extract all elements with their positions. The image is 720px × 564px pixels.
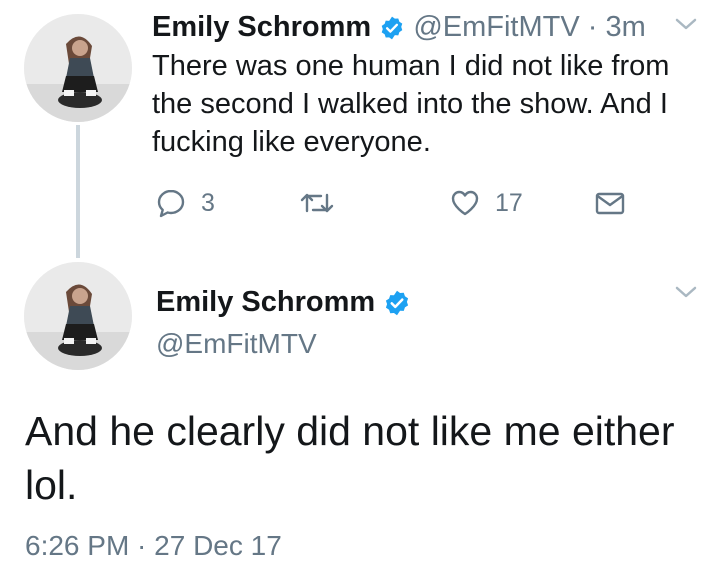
tweet2-timestamp[interactable]: 6:26 PM · 27 Dec 17 (25, 528, 282, 564)
tweet2-author-name[interactable]: Emily Schromm (156, 286, 375, 318)
verified-badge-icon (386, 291, 409, 316)
tweet1-time[interactable]: 3m (605, 11, 645, 43)
chevron-down-icon[interactable] (672, 282, 700, 307)
tweet1-text: There was one human I did not like from … (152, 50, 670, 158)
reply-count: 3 (201, 188, 215, 217)
direct-message-button[interactable] (594, 185, 626, 221)
verified-badge-icon (381, 16, 403, 40)
separator-dot: · (587, 11, 598, 43)
tweet2-handle[interactable]: @EmFitMTV (156, 326, 317, 362)
reply-button[interactable]: 3 (155, 185, 215, 221)
tweet2-text: And he clearly did not like me either lo… (25, 408, 675, 508)
like-button[interactable]: 17 (449, 185, 523, 221)
tweet1-author-name[interactable]: Emily Schromm (152, 11, 371, 43)
chevron-down-icon[interactable] (672, 14, 700, 39)
reply-icon (157, 189, 185, 218)
like-count: 17 (495, 188, 523, 217)
avatar[interactable] (24, 14, 132, 122)
thread-line (76, 125, 80, 258)
retweet-button[interactable] (299, 185, 335, 221)
dm-icon (595, 192, 625, 215)
tweet1-handle[interactable]: @EmFitMTV (413, 11, 579, 43)
tweet1-header: Emily Schromm @EmFitMTV · 3m (152, 9, 646, 45)
retweet-icon (300, 193, 334, 213)
like-icon (451, 190, 479, 216)
tweet2-author[interactable]: Emily Schromm (156, 284, 411, 320)
avatar[interactable] (24, 262, 132, 370)
